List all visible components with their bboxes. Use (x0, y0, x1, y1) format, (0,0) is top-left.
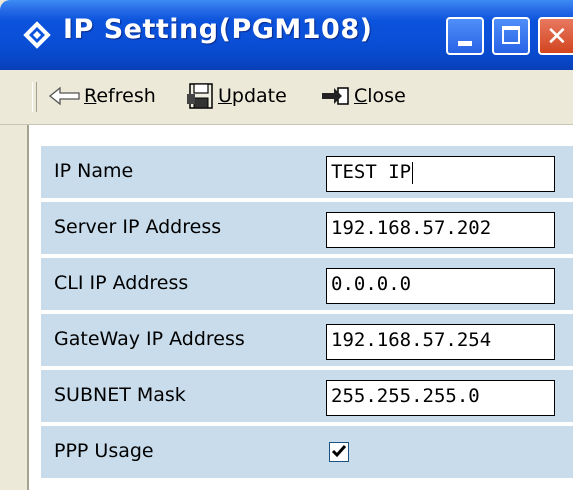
minimize-icon (458, 41, 472, 46)
cli-ip-label: CLI IP Address (54, 272, 189, 294)
close-icon: ✕ (546, 22, 568, 52)
close-window-button[interactable]: ✕ (538, 17, 573, 55)
exit-arrow-icon (322, 87, 349, 105)
checkmark-icon (331, 445, 347, 458)
subnet-mask-field[interactable]: 255.255.255.0 (326, 380, 555, 416)
form-panel: IP Name TEST IP Server IP Address 192.16… (27, 125, 573, 490)
form-row-ppp-usage: PPP Usage (41, 426, 573, 478)
save-disk-icon (187, 83, 213, 109)
update-label: Update (218, 85, 287, 107)
toolbar-grip[interactable] (32, 82, 37, 112)
subnet-mask-label: SUBNET Mask (54, 384, 186, 406)
refresh-button[interactable]: Refresh (48, 80, 156, 112)
back-arrow-icon (48, 86, 80, 106)
server-ip-label: Server IP Address (54, 216, 222, 238)
maximize-icon (502, 26, 520, 44)
form-row-gateway-ip: GateWay IP Address 192.168.57.254 (41, 314, 573, 366)
form-row-server-ip: Server IP Address 192.168.57.202 (41, 202, 573, 254)
window-title: IP Setting(PGM108) (63, 14, 373, 45)
form-row-ip-name: IP Name TEST IP (41, 146, 573, 198)
ppp-usage-checkbox[interactable] (329, 442, 349, 462)
form-row-subnet-mask: SUBNET Mask 255.255.255.0 (41, 370, 573, 422)
title-bar[interactable]: IP Setting(PGM108) ✕ (0, 0, 573, 70)
gateway-ip-label: GateWay IP Address (54, 328, 245, 350)
ppp-usage-label: PPP Usage (54, 440, 154, 462)
diamond-icon (23, 21, 51, 49)
ip-setting-window: IP Setting(PGM108) ✕ Refresh Update Clos… (0, 0, 573, 490)
maximize-button[interactable] (492, 17, 530, 55)
form-row-cli-ip: CLI IP Address 0.0.0.0 (41, 258, 573, 310)
close-button[interactable]: Close (320, 80, 406, 112)
update-button[interactable]: Update (186, 80, 287, 112)
gateway-ip-field[interactable]: 192.168.57.254 (326, 324, 555, 360)
ip-name-field[interactable]: TEST IP (326, 156, 555, 192)
minimize-button[interactable] (446, 17, 484, 55)
close-label: Close (354, 85, 406, 107)
refresh-label: Refresh (84, 85, 156, 107)
cli-ip-field[interactable]: 0.0.0.0 (326, 268, 555, 304)
server-ip-field[interactable]: 192.168.57.202 (326, 212, 555, 248)
text-caret (412, 161, 414, 184)
ip-name-label: IP Name (54, 160, 134, 182)
toolbar: Refresh Update Close (0, 70, 573, 125)
